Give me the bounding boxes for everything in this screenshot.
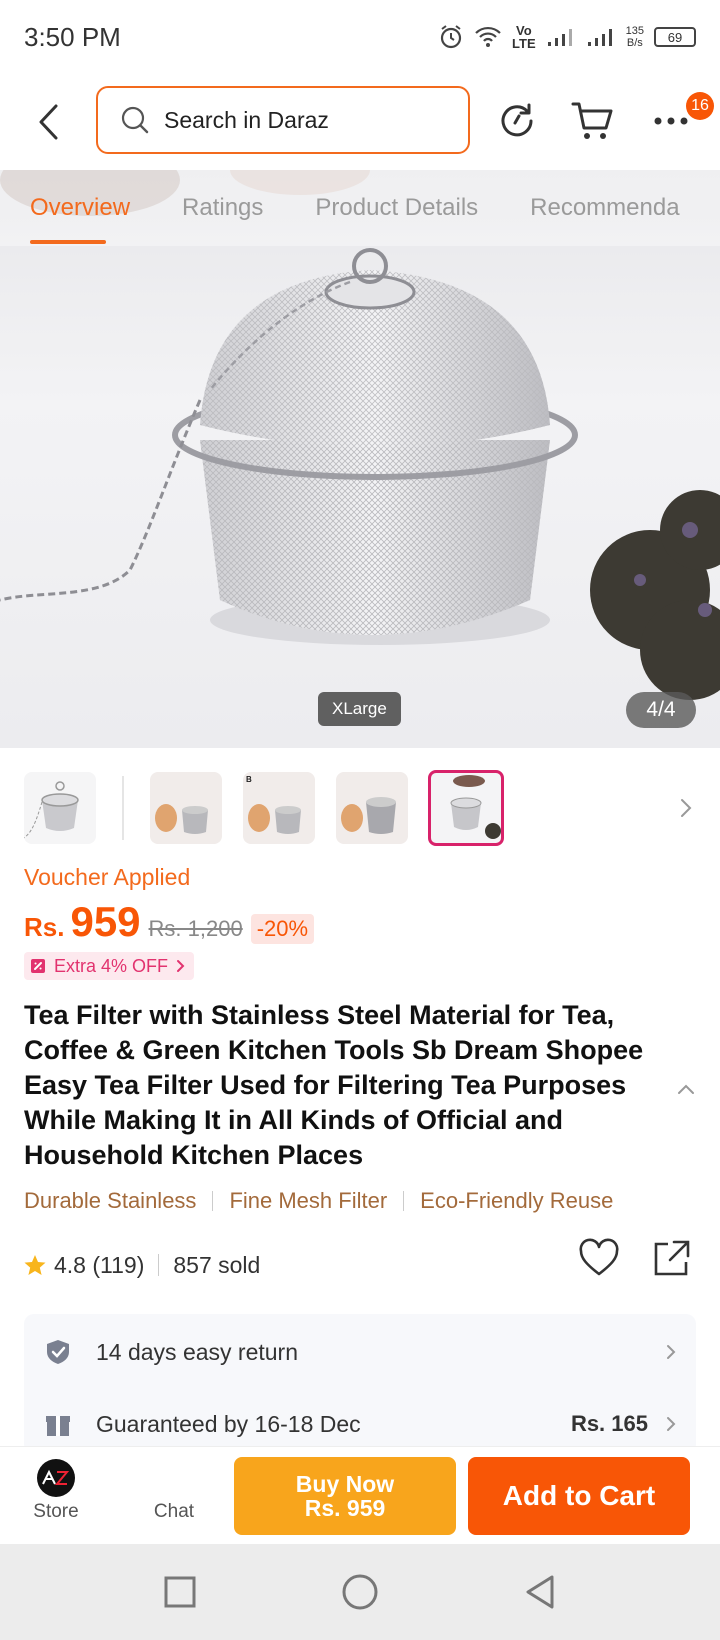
thumbnail-1[interactable]: [24, 772, 96, 844]
wifi-icon: [475, 26, 501, 47]
network-speed: 135 B/s: [626, 25, 644, 49]
current-price: 959: [70, 898, 141, 945]
system-icons: Vo LTE 135 B/s 69: [438, 24, 696, 50]
tab-product-details[interactable]: Product Details: [315, 194, 478, 222]
return-policy-text: 14 days easy return: [96, 1338, 299, 1365]
rating-divider: [158, 1254, 160, 1276]
volte-indicator: Vo LTE: [512, 24, 536, 50]
history-button[interactable]: [494, 98, 540, 144]
extra-offer-text: Extra 4% OFF: [54, 955, 169, 976]
heart-icon[interactable]: [578, 1238, 620, 1280]
tab-overview[interactable]: Overview: [30, 194, 130, 244]
product-title: Tea Filter with Stainless Steel Material…: [24, 1000, 644, 1170]
svg-text:B: B: [246, 775, 252, 784]
chevron-right-icon[interactable]: [676, 794, 696, 822]
store-label: Store: [33, 1501, 79, 1522]
recent-apps-icon[interactable]: [160, 1572, 200, 1612]
top-header: Search in Daraz 16: [0, 80, 720, 162]
bottom-action-bar: Store Chat Buy Now Rs. 959 Add to Cart: [0, 1446, 720, 1544]
signal-icon-2: [587, 29, 612, 46]
buy-now-price: Rs. 959: [304, 1495, 386, 1521]
feature-tag: Fine Mesh Filter: [229, 1188, 388, 1213]
return-policy-row[interactable]: 14 days easy return: [24, 1322, 696, 1382]
sold-count: 857 sold: [173, 1251, 261, 1278]
price-row: Rs. 959 Rs. 1,200 -20%: [24, 898, 315, 945]
chevron-right-icon: [667, 1417, 676, 1431]
price-currency: Rs.: [24, 912, 65, 942]
thumbnail-4[interactable]: [336, 772, 408, 844]
store-logo: [37, 1459, 75, 1497]
home-icon[interactable]: [340, 1572, 380, 1612]
volte-bottom: LTE: [512, 36, 536, 51]
buy-now-button[interactable]: Buy Now Rs. 959: [234, 1457, 456, 1535]
net-speed-value: 135: [625, 25, 644, 37]
original-price: Rs. 1,200: [148, 916, 243, 941]
feature-tags: Durable Stainless Fine Mesh Filter Eco-F…: [24, 1188, 613, 1214]
cart-icon: [571, 102, 613, 139]
section-tabs: Overview Ratings Product Details Recomme…: [0, 170, 720, 246]
discount-badge: -20%: [250, 914, 315, 944]
feature-tag: Eco-Friendly Reuse: [420, 1188, 614, 1213]
thumbnail-5-selected[interactable]: [428, 770, 504, 846]
rating-count: (119): [92, 1251, 145, 1278]
signal-icon: [547, 29, 572, 46]
chevron-left-icon: [39, 104, 58, 140]
chevron-right-icon: [667, 1345, 676, 1359]
battery-icon: 69: [654, 27, 696, 47]
thumbnail-image: [155, 804, 208, 834]
search-icon: [121, 106, 149, 134]
status-time: 3:50 PM: [24, 21, 121, 52]
store-button[interactable]: Store: [20, 1459, 92, 1535]
voucher-applied-label: Voucher Applied: [24, 864, 191, 890]
extra-offer-chip[interactable]: Extra 4% OFF: [24, 952, 195, 980]
thumbnail-divider: [122, 776, 124, 840]
tab-recommendations[interactable]: Recommenda: [530, 194, 679, 222]
product-image-gallery[interactable]: Overview Ratings Product Details Recomme…: [0, 170, 720, 748]
voucher-icon: [31, 959, 45, 973]
thumbnail-2[interactable]: [150, 772, 222, 844]
search-placeholder: Search in Daraz: [164, 106, 329, 133]
delivery-text: Guaranteed by 16-18 Dec: [96, 1410, 361, 1437]
status-bar: 3:50 PM Vo LTE 135 B/s 69: [0, 0, 720, 74]
share-icon[interactable]: [650, 1238, 692, 1280]
rating-value: 4.8: [54, 1251, 86, 1278]
shield-check-icon: [47, 1340, 69, 1364]
back-button[interactable]: [30, 102, 66, 142]
thumbnail-3[interactable]: B: [243, 772, 315, 844]
thumbnail-image: B: [246, 775, 301, 834]
chat-label: Chat: [153, 1501, 195, 1522]
search-input[interactable]: Search in Daraz: [96, 86, 470, 154]
refresh-icon: [501, 103, 533, 137]
alarm-icon: [440, 25, 462, 49]
service-info-box: 14 days easy return Guaranteed by 16-18 …: [24, 1314, 696, 1454]
chevron-up-icon[interactable]: [676, 1082, 696, 1096]
feature-divider: [212, 1191, 214, 1211]
buy-now-label: Buy Now: [295, 1471, 395, 1497]
thumbnail-strip: B: [0, 768, 720, 848]
more-dots-icon: [654, 117, 688, 125]
gift-box-icon: [46, 1416, 70, 1436]
tea-infuser-image: [0, 170, 720, 700]
cart-count-badge: 16: [686, 92, 714, 120]
chat-button[interactable]: Chat: [134, 1459, 214, 1535]
variant-label: XLarge: [318, 692, 401, 726]
cart-button[interactable]: [570, 98, 616, 144]
delivery-row[interactable]: Guaranteed by 16-18 Dec Rs. 165: [24, 1394, 696, 1454]
add-to-cart-button[interactable]: Add to Cart: [468, 1457, 690, 1535]
net-speed-unit: B/s: [626, 37, 643, 49]
feature-divider: [403, 1191, 405, 1211]
star-icon: [24, 1255, 46, 1275]
store-logo-icon: [42, 1469, 70, 1485]
back-triangle-icon[interactable]: [520, 1572, 560, 1612]
thumbnail-image: [450, 775, 501, 839]
image-counter: 4/4: [626, 692, 696, 728]
thumbnail-image: [341, 797, 396, 834]
system-nav-bar: [0, 1544, 720, 1640]
delivery-fee: Rs. 165: [570, 1411, 648, 1436]
chevron-right-icon: [177, 960, 185, 972]
feature-tag: Durable Stainless: [24, 1188, 197, 1213]
thumbnail-image: [24, 781, 79, 839]
tab-ratings[interactable]: Ratings: [182, 194, 263, 222]
